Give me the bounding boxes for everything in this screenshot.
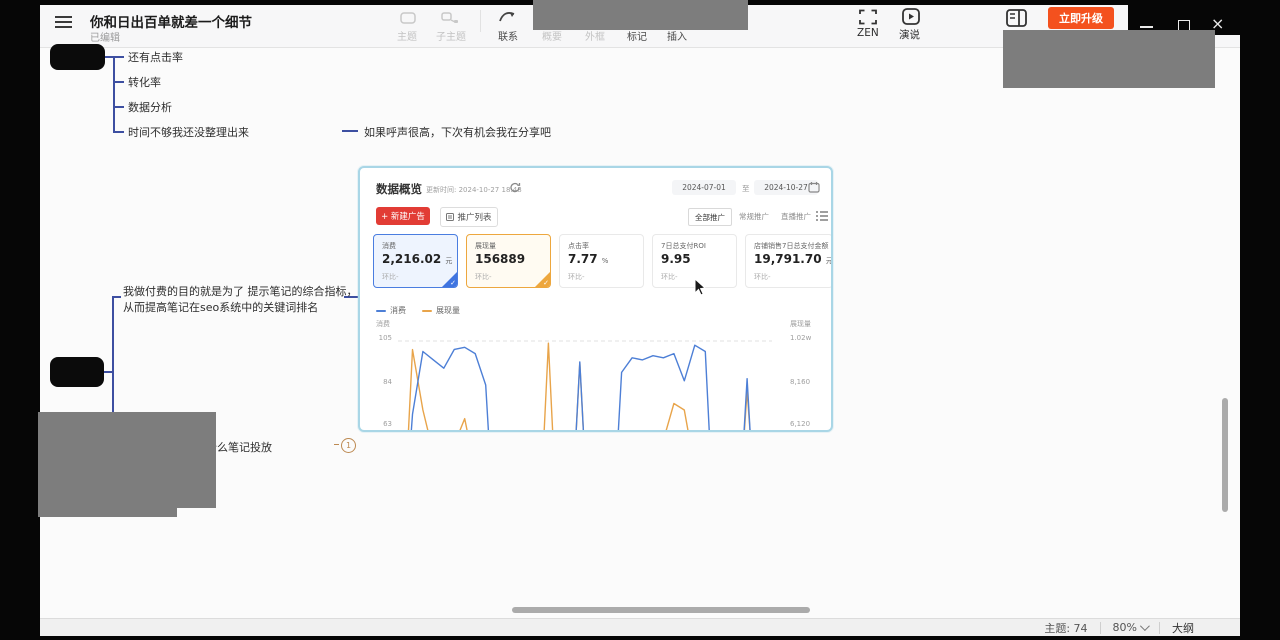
redacted-topic-node[interactable] [50, 44, 105, 70]
minimize-button[interactable] [1140, 26, 1153, 28]
dashboard-updated: 更新时间: 2024-10-27 18:48 [426, 185, 522, 195]
legend-item-impressions: 展现量 [422, 305, 460, 316]
card-value: 9.95 [661, 252, 691, 266]
branch-line [113, 81, 124, 83]
redacted-topic-node[interactable] [50, 357, 104, 387]
hamburger-menu-icon[interactable] [55, 15, 72, 29]
card-value: 19,791.70 元 [754, 252, 833, 266]
card-value: 7.77 % [568, 252, 608, 266]
present-button[interactable]: 演说 [899, 27, 920, 42]
toolbar-summary[interactable]: 概要 [542, 28, 562, 43]
legend-item-spend: 消费 [376, 305, 406, 316]
legend-swatch [376, 310, 386, 312]
promo-list-button: 推广列表 [440, 207, 498, 227]
mouse-cursor [694, 278, 706, 296]
upgrade-button[interactable]: 立即升级 [1048, 7, 1114, 29]
chevron-down-icon [1140, 621, 1150, 631]
legend-swatch [422, 310, 432, 312]
toolbar-divider [480, 10, 481, 32]
metric-card-impressions: 展现量 156889 环比- ✓ [466, 234, 551, 288]
branch-line [342, 130, 358, 132]
card-compare: 环比- [754, 272, 771, 282]
promo-list-icon [446, 213, 454, 221]
card-label: 7日总支付ROI [661, 241, 706, 251]
toolbar-boundary[interactable]: 外框 [585, 28, 605, 43]
tab-all-promo: 全部推广 [688, 208, 732, 226]
node-analysis[interactable]: 数据分析 [128, 99, 172, 115]
dashboard-image-node[interactable]: 数据概览 更新时间: 2024-10-27 18:48 2024-07-01 至… [358, 166, 833, 432]
left-tick: 105 [374, 334, 392, 342]
redaction-box-top-right [1003, 30, 1215, 88]
node-paid-purpose-line2[interactable]: 从而提高笔记在seo系统中的关键词排名 [123, 299, 318, 315]
node-paid-purpose-line1[interactable]: 我做付费的目的就是为了 提示笔记的综合指标， [123, 283, 358, 299]
toolbar-insert[interactable]: 插入 [667, 28, 687, 43]
card-compare: 环比- [568, 272, 585, 282]
redaction-box-bottom-left [38, 412, 177, 517]
present-icon [902, 8, 920, 25]
zoom-control[interactable]: 80% [1113, 621, 1147, 634]
card-compare: 环比- [475, 272, 492, 282]
card-label: 点击率 [568, 241, 589, 251]
dashboard-title: 数据概览 [376, 181, 422, 197]
metric-card-spend: 消费 2,216.02 元 环比- ✓ [373, 234, 458, 288]
card-label: 店铺销售7日总支付金额 [754, 241, 828, 251]
zen-mode-button[interactable]: ZEN [857, 27, 879, 39]
metric-list-icon [816, 210, 828, 222]
toolbar-topic[interactable]: 主题 [397, 28, 417, 43]
card-compare: 环比- [661, 272, 678, 282]
panel-toggle-icon[interactable] [1006, 9, 1027, 27]
branch-line [113, 106, 124, 108]
document-status: 已编辑 [90, 29, 120, 44]
document-title: 你和日出百单就差一个细节 [90, 11, 252, 31]
right-tick: 6,120 [790, 420, 810, 428]
badge-connector [334, 444, 339, 445]
impressions-line [402, 343, 768, 432]
right-tick: 1.02w [790, 334, 811, 342]
right-axis-label: 展现量 [790, 319, 811, 329]
card-compare: 环比- [382, 272, 399, 282]
card-value: 156889 [475, 252, 525, 266]
zen-mode-icon [859, 9, 877, 25]
date-from: 2024-07-01 [672, 180, 736, 195]
card-label: 消费 [382, 241, 396, 251]
topic-number-badge[interactable]: 1 [341, 438, 356, 453]
topic-icon [400, 12, 416, 24]
branch-line [113, 56, 124, 58]
status-bar: 主题: 74 80% 大纲 [40, 618, 1240, 636]
toolbar-marker[interactable]: 标记 [627, 28, 647, 43]
branch-line [112, 296, 121, 298]
node-click-rate[interactable]: 还有点击率 [128, 49, 183, 65]
relation-icon [498, 8, 518, 24]
card-value: 2,216.02 元 [382, 252, 452, 266]
node-conversion[interactable]: 转化率 [128, 74, 161, 90]
right-tick: 8,160 [790, 378, 810, 386]
left-tick: 63 [374, 420, 392, 428]
metric-card-ctr: 点击率 7.77 % 环比- [559, 234, 644, 288]
branch-line [113, 56, 115, 133]
spend-line [402, 345, 768, 432]
horizontal-scrollbar[interactable] [512, 607, 810, 613]
refresh-icon [510, 182, 521, 193]
subtopic-icon [441, 12, 459, 24]
vertical-scrollbar[interactable] [1222, 398, 1228, 512]
redaction-box-toolbar [533, 0, 748, 30]
card-label: 展现量 [475, 241, 496, 251]
left-axis-label: 消费 [376, 319, 390, 329]
node-comment[interactable]: 如果呼声很高，下次有机会我在分享吧 [364, 124, 551, 140]
left-tick: 84 [374, 378, 392, 386]
tab-live-promo: 直播推广 [776, 208, 816, 224]
date-separator: 至 [742, 183, 750, 194]
calendar-icon [808, 181, 820, 193]
trend-chart [398, 336, 772, 432]
toolbar-subtopic[interactable]: 子主题 [436, 28, 466, 43]
new-ad-button: + 新建广告 [376, 207, 430, 225]
tab-regular-promo: 常规推广 [734, 208, 774, 224]
outline-button[interactable]: 大纲 [1172, 620, 1194, 636]
branch-line [113, 131, 124, 133]
metric-card-pay-amount: 店铺销售7日总支付金额 19,791.70 元 环比- [745, 234, 833, 288]
branch-line [104, 371, 113, 373]
node-no-time[interactable]: 时间不够我还没整理出来 [128, 124, 249, 140]
toolbar-relation[interactable]: 联系 [498, 28, 518, 43]
topic-count: 主题: 74 [1044, 620, 1087, 636]
